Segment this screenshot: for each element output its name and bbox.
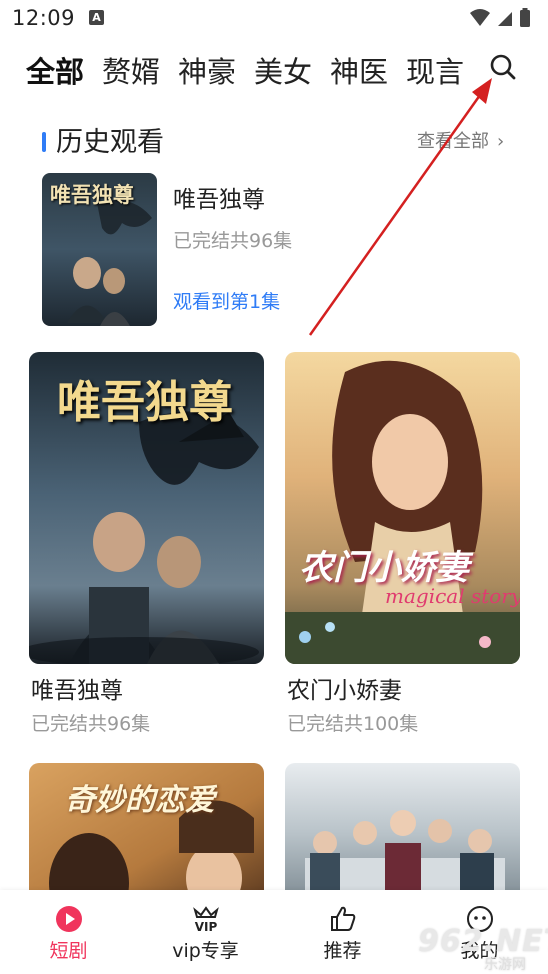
history-item-progress[interactable]: 观看到第1集 (173, 289, 280, 315)
history-item-status: 已完结共96集 (173, 230, 293, 252)
section-accent-bar (42, 132, 46, 152)
watermark-text: 962.NET (418, 924, 548, 959)
status-time: 12:09 (12, 6, 76, 30)
nav-item-vip[interactable]: VIP vip专享 (137, 890, 274, 974)
nav-item-shortdrama[interactable]: 短剧 (0, 890, 137, 974)
watermark: 962.NET 乐游网 (414, 924, 548, 973)
notification-icon: A (89, 10, 104, 25)
chevron-right-icon[interactable]: › (497, 131, 504, 153)
tab-shenyi[interactable]: 神医 (330, 52, 388, 92)
annotation-arrow (308, 78, 492, 336)
status-bar: 12:09 A (0, 0, 548, 38)
drama-card-cover[interactable]: 奇妙的恋爱 (29, 763, 264, 903)
play-circle-icon (55, 906, 82, 932)
poster-image (285, 763, 520, 903)
history-cover[interactable]: 唯吾独尊 (42, 173, 157, 326)
poster-image (285, 352, 520, 664)
vip-crown-icon: VIP (192, 906, 219, 934)
cover-subtitle-art: magical story (385, 584, 520, 608)
signal-icon (498, 12, 512, 26)
nav-label: 推荐 (323, 940, 362, 962)
svg-text:VIP: VIP (194, 920, 217, 934)
tab-zhuixu[interactable]: 赘婿 (102, 52, 160, 92)
cover-title-art: 唯吾独尊 (57, 377, 233, 428)
drama-card-status: 已完结共100集 (287, 713, 419, 735)
nav-label: vip专享 (172, 940, 239, 962)
battery-icon (520, 10, 530, 27)
drama-card-status: 已完结共96集 (31, 713, 151, 735)
drama-card-cover[interactable]: 农门小娇妻 magical story (285, 352, 520, 664)
drama-card-title[interactable]: 唯吾独尊 (31, 675, 123, 707)
history-title: 历史观看 (56, 127, 164, 158)
tab-xianyan[interactable]: 现言 (406, 52, 464, 92)
category-tabs: 全部 赘婿 神豪 美女 神医 现言 (26, 52, 486, 92)
search-icon[interactable] (485, 50, 521, 86)
cover-title-art: 奇妙的恋爱 (65, 783, 215, 818)
drama-card-cover[interactable] (285, 763, 520, 903)
drama-card-title[interactable]: 农门小娇妻 (287, 675, 402, 707)
tab-shenhao[interactable]: 神豪 (178, 52, 236, 92)
drama-card-cover[interactable]: 唯吾独尊 (29, 352, 264, 664)
tab-meinv[interactable]: 美女 (254, 52, 312, 92)
status-icons (470, 8, 530, 27)
cover-title-art: 农门小娇妻 (299, 548, 469, 588)
nav-label: 短剧 (49, 940, 88, 962)
history-item-title[interactable]: 唯吾独尊 (173, 184, 265, 216)
view-all-link[interactable]: 查看全部 (417, 130, 489, 154)
cover-title-art: 唯吾独尊 (50, 182, 134, 207)
tab-all[interactable]: 全部 (26, 52, 84, 92)
nav-item-recommend[interactable]: 推荐 (274, 890, 411, 974)
watermark-sub: 乐游网 (484, 957, 526, 973)
thumbs-up-icon (330, 906, 355, 931)
wifi-icon (470, 9, 490, 26)
